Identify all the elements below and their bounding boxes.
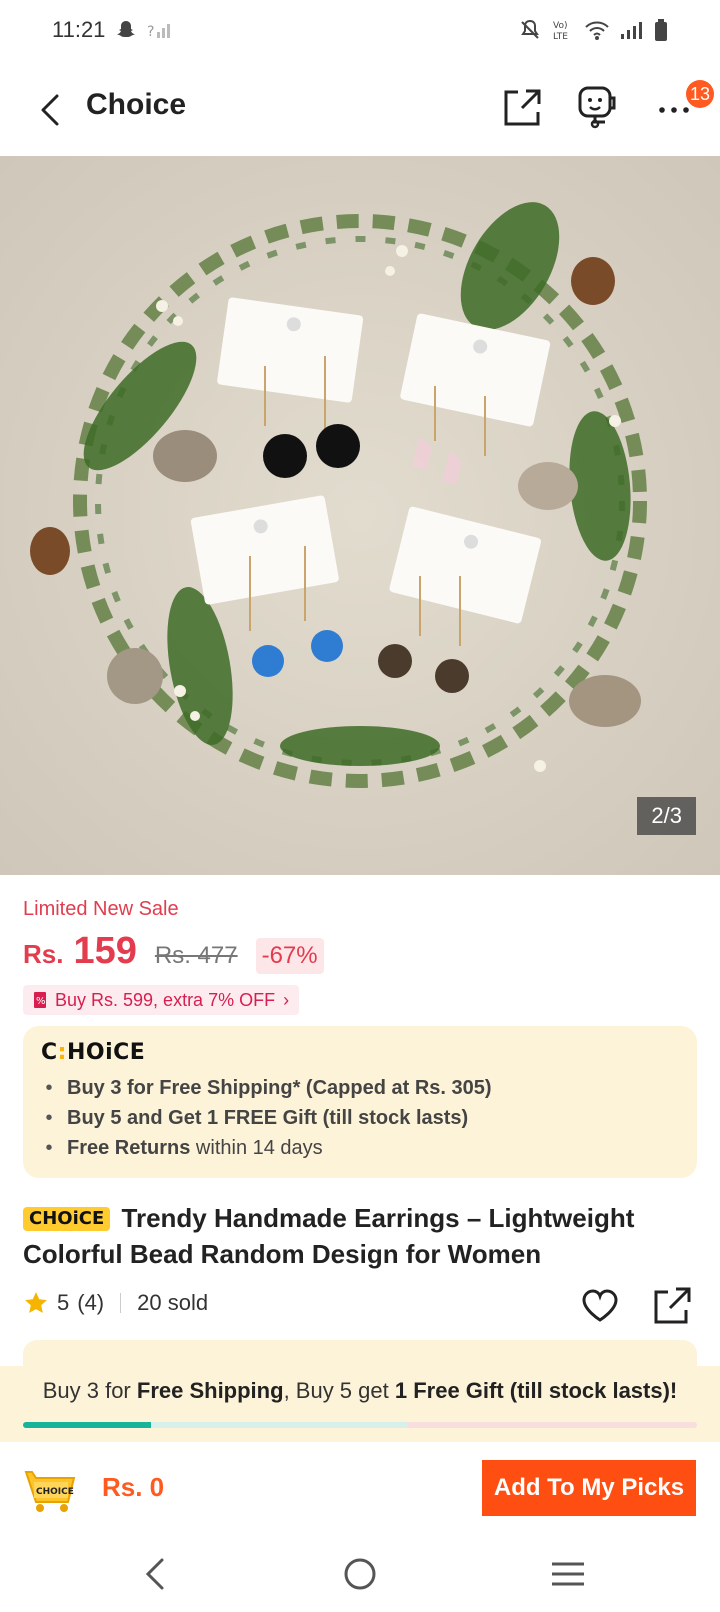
price-row: Rs. 159 Rs. 477 -67% — [23, 930, 324, 974]
nav-back-button[interactable] — [136, 1554, 176, 1594]
snapchat-notification-icon — [115, 19, 137, 41]
nav-home-icon — [344, 1558, 376, 1590]
progress-fill — [23, 1422, 152, 1428]
product-title-text: Trendy Handmade Earrings – Lightweight C… — [23, 1203, 635, 1269]
image-counter: 2/3 — [637, 797, 696, 835]
volte-icon: Vo) LTE — [552, 18, 574, 42]
promo-chip-text: Buy Rs. 599, extra 7% OFF — [55, 989, 276, 1010]
svg-text:CHOICE: CHOICE — [36, 1487, 74, 1497]
choice-tag: CHOiCE — [23, 1207, 111, 1231]
discount-badge: -67% — [255, 938, 324, 974]
choice-benefits-list: • Buy 3 for Free Shipping* (Capped at Rs.… — [41, 1073, 679, 1163]
chevron-left-icon — [41, 94, 59, 126]
notification-badge: 13 — [686, 80, 715, 108]
nav-recents-button[interactable] — [548, 1554, 588, 1594]
divider — [120, 1293, 122, 1313]
back-button[interactable] — [30, 88, 70, 132]
wifi-icon — [584, 19, 610, 41]
svg-text:Vo): Vo) — [553, 21, 567, 31]
current-price: 159 — [73, 930, 137, 972]
no-signal-icon: ? — [147, 20, 171, 40]
cart-icon: CHOICE — [24, 1471, 76, 1512]
cart-total: Rs. 0 — [102, 1472, 165, 1502]
product-title: CHOiCE Trendy Handmade Earrings – Lightw… — [23, 1200, 703, 1272]
sale-label: Limited New Sale — [23, 898, 179, 920]
choice-cart-button[interactable]: CHOICE — [22, 1462, 78, 1514]
coupon-icon: % — [34, 992, 46, 1008]
list-item: • Free Returns within 14 days — [45, 1137, 323, 1159]
original-price: Rs. 477 — [154, 942, 238, 969]
system-nav-bar — [0, 1540, 720, 1612]
promo-chip[interactable]: % Buy Rs. 599, extra 7% OFF › — [23, 985, 300, 1015]
sold-count: 20 sold — [137, 1290, 209, 1315]
bottom-action-bar: CHOICE Rs. 0 Add To My Picks — [0, 1442, 720, 1532]
status-bar: 11:21 ? Vo) LTE — [0, 0, 720, 60]
share-icon — [504, 89, 541, 126]
list-item: • Buy 3 for Free Shipping* (Capped at Rs.… — [45, 1077, 492, 1099]
svg-text:?: ? — [147, 24, 154, 40]
customer-service-button[interactable] — [570, 84, 624, 130]
page-title: Choice — [86, 88, 187, 121]
list-item: • Buy 5 and Get 1 FREE Gift (till stock l… — [45, 1107, 469, 1129]
rating-row[interactable]: 5 (4) 20 sold — [23, 1290, 208, 1316]
choice-store-card — [23, 1340, 697, 1366]
product-photo — [0, 156, 720, 875]
nav-menu-icon — [552, 1562, 584, 1586]
star-icon — [25, 1292, 47, 1313]
top-header: Choice 13 — [0, 70, 720, 150]
nav-home-button[interactable] — [340, 1554, 380, 1594]
share-button[interactable] — [502, 86, 542, 130]
signal-icon — [620, 20, 644, 40]
share-icon — [654, 1287, 691, 1324]
review-count: (4) — [77, 1290, 105, 1315]
choice-benefits-box[interactable]: C:HOiCE • Buy 3 for Free Shipping* (Cappe… — [23, 1026, 697, 1178]
add-to-picks-button[interactable]: Add To My Picks — [482, 1460, 696, 1516]
status-time: 11:21 — [52, 17, 106, 42]
svg-text:LTE: LTE — [553, 32, 568, 42]
product-image-carousel[interactable]: 2/3 — [0, 156, 720, 875]
progress-track-next — [151, 1422, 408, 1428]
shipping-promo-banner: Buy 3 for Free Shipping, Buy 5 get 1 Fre… — [0, 1366, 720, 1442]
price-currency: Rs. — [23, 939, 64, 969]
heart-icon — [582, 1289, 618, 1322]
svg-text:%: % — [36, 996, 46, 1007]
mute-icon — [518, 18, 542, 42]
choice-logo: C:HOiCE — [41, 1040, 146, 1065]
product-share-button[interactable] — [652, 1286, 692, 1326]
battery-icon — [654, 18, 668, 42]
rating-value: 5 — [57, 1290, 70, 1315]
nav-back-icon — [145, 1558, 164, 1590]
wishlist-button[interactable] — [580, 1286, 620, 1326]
headset-robot-icon — [578, 86, 616, 129]
shipping-promo-text: Buy 3 for Free Shipping, Buy 5 get 1 Fre… — [42, 1378, 678, 1403]
promo-progress-bar — [23, 1422, 697, 1428]
chevron-right-icon: › — [283, 989, 290, 1010]
